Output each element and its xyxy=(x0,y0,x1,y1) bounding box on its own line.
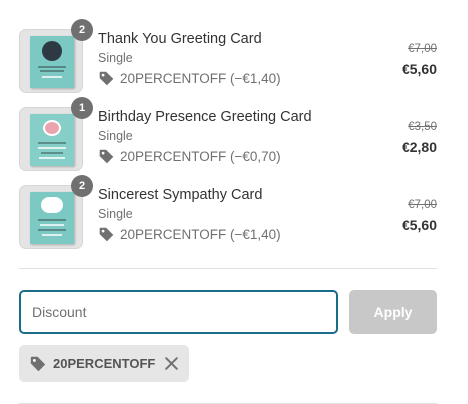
applied-discount-code: 20PERCENTOFF xyxy=(53,356,156,371)
item-discount: 20PERCENTOFF (−€0,70) xyxy=(98,148,281,165)
item-discount: 20PERCENTOFF (−€1,40) xyxy=(98,226,281,243)
section-divider xyxy=(19,268,437,269)
tag-icon xyxy=(99,71,114,86)
final-price: €5,60 xyxy=(401,61,437,77)
product-thumbnail: 1 xyxy=(19,97,93,171)
original-price: €7,00 xyxy=(408,43,437,55)
apply-discount-button[interactable]: Apply xyxy=(349,290,437,334)
item-discount-text: 20PERCENTOFF (−€1,40) xyxy=(120,227,281,242)
original-price: €7,00 xyxy=(408,199,437,211)
line-item: 2 Thank You Greeting Card Single 20PERCE… xyxy=(19,19,437,93)
original-price: €3,50 xyxy=(408,121,437,133)
final-price: €5,60 xyxy=(401,217,437,233)
final-price: €2,80 xyxy=(401,139,437,155)
tag-icon xyxy=(30,356,46,371)
item-discount-text: 20PERCENTOFF (−€0,70) xyxy=(120,149,281,164)
tag-icon xyxy=(99,149,114,164)
product-name: Birthday Presence Greeting Card xyxy=(98,109,312,125)
line-item: 1 Birthday Presence Greeting Card Single… xyxy=(19,97,437,171)
item-discount-text: 20PERCENTOFF (−€1,40) xyxy=(120,71,281,86)
tag-icon xyxy=(99,227,114,242)
quantity-badge: 1 xyxy=(71,97,93,119)
applied-discount-chip: 20PERCENTOFF xyxy=(19,345,189,382)
close-icon[interactable] xyxy=(163,355,180,372)
product-variant: Single xyxy=(98,51,133,65)
product-thumbnail: 2 xyxy=(19,175,93,249)
item-discount: 20PERCENTOFF (−€1,40) xyxy=(98,70,281,87)
discount-code-input[interactable] xyxy=(19,290,338,334)
product-name: Sincerest Sympathy Card xyxy=(98,187,263,203)
product-name: Thank You Greeting Card xyxy=(98,31,262,47)
line-item: 2 Sincerest Sympathy Card Single 20PERCE… xyxy=(19,175,437,249)
quantity-badge: 2 xyxy=(71,19,93,41)
quantity-badge: 2 xyxy=(71,175,93,197)
product-variant: Single xyxy=(98,207,133,221)
product-thumbnail: 2 xyxy=(19,19,93,93)
product-variant: Single xyxy=(98,129,133,143)
